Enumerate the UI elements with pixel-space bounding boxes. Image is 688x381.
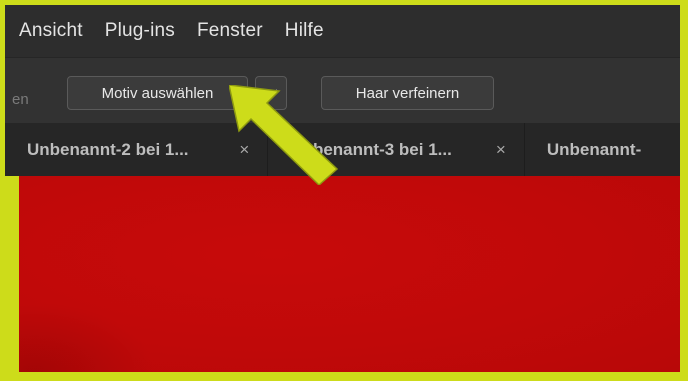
menu-hilfe[interactable]: Hilfe (285, 20, 324, 42)
tab-label: Unbenannt- (546, 139, 642, 159)
refine-hair-button[interactable]: Haar verfeinern (321, 76, 494, 110)
menu-fenster[interactable]: Fenster (197, 20, 263, 42)
options-partial-label: en (12, 91, 29, 108)
menu-ansicht[interactable]: Ansicht (19, 20, 83, 42)
app-window: Ansicht Plug-ins Fenster Hilfe en Motiv … (5, 5, 680, 372)
highlight-frame-left-edge (5, 176, 19, 372)
menu-bar: Ansicht Plug-ins Fenster Hilfe (5, 5, 680, 57)
pointer-arrow-icon (229, 85, 339, 185)
tab-label: Unbenannt-2 bei 1... (27, 139, 189, 159)
menu-plug-ins[interactable]: Plug-ins (105, 20, 175, 42)
options-bar: en Motiv auswählen Haar verfeinern (5, 57, 680, 124)
document-canvas[interactable] (5, 176, 680, 372)
close-icon[interactable]: × (496, 140, 506, 160)
canvas-shadow (5, 302, 155, 372)
document-tab-bar: Unbenannt-2 bei 1... × Unbenannt-3 bei 1… (5, 123, 680, 176)
tab-unbenannt-partial[interactable]: Unbenannt- (525, 123, 680, 176)
select-subject-button[interactable]: Motiv auswählen (67, 76, 248, 110)
